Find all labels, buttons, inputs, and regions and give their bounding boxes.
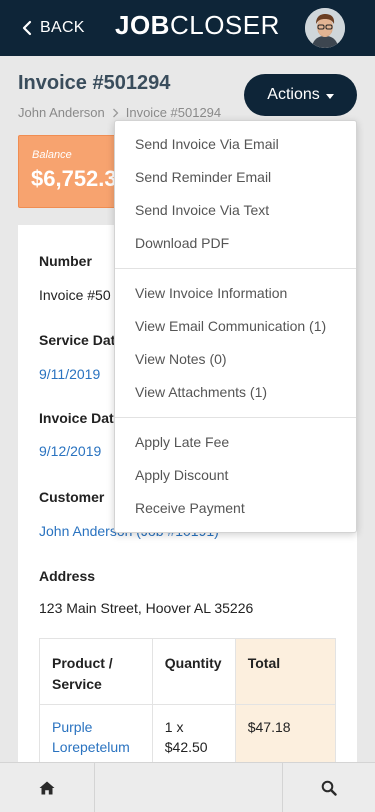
- app-logo: JOBCLOSER: [115, 10, 280, 40]
- invoice-date-value[interactable]: 9/12/2019: [39, 443, 101, 459]
- bottom-nav: [0, 762, 375, 812]
- actions-label: Actions: [267, 86, 320, 103]
- column-header-quantity: Quantity: [151, 638, 236, 705]
- balance-label: Balance: [32, 149, 72, 161]
- menu-divider: [115, 268, 356, 269]
- menu-item-send-reminder-email[interactable]: Send Reminder Email: [135, 169, 271, 185]
- customer-label: Customer: [39, 489, 105, 505]
- chevron-left-icon: [22, 20, 32, 36]
- actions-button[interactable]: Actions: [244, 74, 357, 116]
- address-value: 123 Main Street, Hoover AL 35226: [39, 600, 254, 616]
- total-cell: $47.18: [234, 704, 337, 765]
- product-cell[interactable]: Purple Lorepetelum: [39, 704, 153, 765]
- invoice-date-label: Invoice Dat: [39, 410, 114, 426]
- menu-item-receive-payment[interactable]: Receive Payment: [135, 500, 245, 516]
- table-header-row: Product / Service Quantity Total: [39, 638, 337, 705]
- user-avatar-icon: [305, 8, 345, 48]
- avatar[interactable]: [305, 8, 345, 48]
- menu-item-send-invoice-email[interactable]: Send Invoice Via Email: [135, 136, 279, 152]
- number-value: Invoice #50: [39, 287, 111, 303]
- home-button[interactable]: [0, 763, 94, 812]
- caret-down-icon: [325, 93, 334, 99]
- menu-item-download-pdf[interactable]: Download PDF: [135, 235, 229, 251]
- chevron-right-icon: [112, 108, 119, 117]
- menu-divider: [115, 417, 356, 418]
- service-date-label: Service Dat: [39, 332, 116, 348]
- menu-item-view-email-communication[interactable]: View Email Communication (1): [135, 318, 326, 334]
- breadcrumb: John Anderson Invoice #501294: [18, 105, 221, 120]
- menu-item-view-invoice-info[interactable]: View Invoice Information: [135, 285, 287, 301]
- number-label: Number: [39, 253, 92, 269]
- home-icon: [39, 781, 55, 795]
- menu-item-apply-discount[interactable]: Apply Discount: [135, 467, 228, 483]
- breadcrumb-invoice: Invoice #501294: [125, 105, 222, 120]
- top-bar: BACK JOBCLOSER: [0, 0, 375, 56]
- menu-item-apply-late-fee[interactable]: Apply Late Fee: [135, 434, 229, 450]
- balance-amount: $6,752.3: [31, 166, 117, 191]
- search-icon: [321, 780, 337, 796]
- menu-item-send-invoice-text[interactable]: Send Invoice Via Text: [135, 202, 269, 218]
- actions-dropdown-menu: Send Invoice Via Email Send Reminder Ema…: [114, 120, 357, 533]
- column-header-product: Product / Service: [39, 638, 153, 705]
- breadcrumb-customer[interactable]: John Anderson: [18, 105, 105, 120]
- service-date-value[interactable]: 9/11/2019: [39, 366, 100, 382]
- menu-item-view-notes[interactable]: View Notes (0): [135, 351, 227, 367]
- line-items-table: Product / Service Quantity Total Purple …: [39, 638, 337, 765]
- page-title: Invoice #501294: [18, 72, 171, 94]
- back-label: BACK: [40, 19, 85, 36]
- menu-item-view-attachments[interactable]: View Attachments (1): [135, 384, 267, 400]
- quantity-cell: 1 x $42.50: [151, 704, 236, 765]
- search-button[interactable]: [283, 763, 375, 812]
- back-button[interactable]: BACK: [22, 16, 85, 40]
- nav-divider: [94, 763, 95, 812]
- column-header-total: Total: [234, 638, 337, 705]
- table-row: Purple Lorepetelum 1 x $42.50 $47.18: [39, 704, 337, 765]
- address-label: Address: [39, 568, 96, 584]
